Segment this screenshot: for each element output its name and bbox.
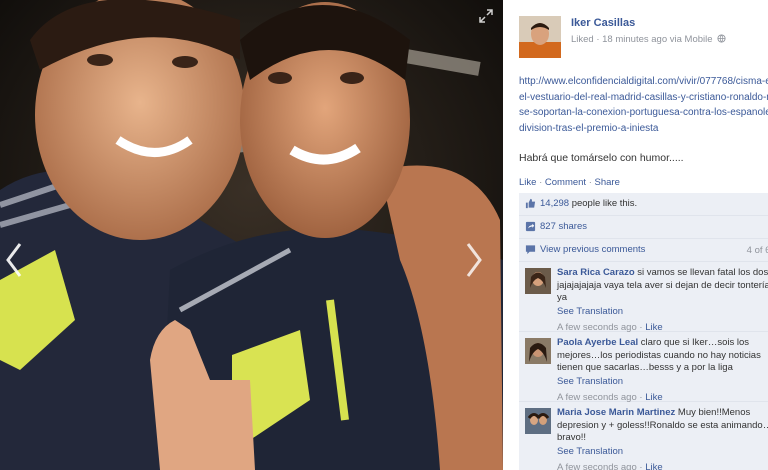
profile-picture xyxy=(519,16,561,58)
see-translation-link[interactable]: See Translation xyxy=(557,446,768,459)
separator: · xyxy=(539,177,543,188)
chevron-right-icon xyxy=(466,243,482,277)
separator: · xyxy=(588,177,592,188)
commenter-photo xyxy=(525,408,551,434)
post-actions: Like · Comment · Share xyxy=(519,177,620,188)
comment-author[interactable]: Sara Rica Carazo xyxy=(557,267,635,278)
thumbs-up-icon xyxy=(525,198,536,209)
shares-count[interactable]: 827 shares xyxy=(540,221,587,232)
comment-link[interactable]: Comment xyxy=(545,177,586,188)
share-icon xyxy=(525,221,536,232)
post-author-name[interactable]: Iker Casillas xyxy=(571,17,635,29)
post-text: Habrá que tomárselo con humor..... xyxy=(519,152,684,164)
see-translation-link[interactable]: See Translation xyxy=(557,306,768,319)
comment-body: Paola Ayerbe Leal claro que si Iker…sois… xyxy=(557,337,768,405)
globe-icon xyxy=(717,34,726,43)
commenter-photo xyxy=(525,268,551,294)
photo-details-panel: Iker Casillas Liked · 18 minutes ago via… xyxy=(503,0,768,470)
see-translation-link[interactable]: See Translation xyxy=(557,376,768,389)
commenter-avatar[interactable] xyxy=(525,338,551,364)
commenter-photo xyxy=(525,338,551,364)
like-link[interactable]: Like xyxy=(519,177,536,188)
share-link[interactable]: Share xyxy=(595,177,620,188)
comment-time: A few seconds ago xyxy=(557,462,637,470)
likes-suffix: people like this. xyxy=(569,198,638,210)
likes-row: 14,298 people like this. xyxy=(519,193,768,216)
photo xyxy=(0,0,503,470)
feedback-box: 14,298 people like this. 827 shares View… xyxy=(519,193,768,470)
expand-icon xyxy=(479,9,493,23)
shares-row: 827 shares xyxy=(519,216,768,239)
commenter-avatar[interactable] xyxy=(525,408,551,434)
post-header: Iker Casillas Liked · 18 minutes ago via… xyxy=(519,16,768,60)
commenter-avatar[interactable] xyxy=(525,268,551,294)
post-meta-text: Liked · 18 minutes ago via Mobile xyxy=(571,34,713,45)
avatar[interactable] xyxy=(519,16,561,58)
view-previous-comments-link[interactable]: View previous comments xyxy=(540,244,645,255)
comment-item: Maria Jose Marin Martinez Muy bien!!Meno… xyxy=(519,402,768,470)
comment-author[interactable]: Paola Ayerbe Leal xyxy=(557,337,638,348)
comment-count: 4 of 699 xyxy=(746,245,768,256)
comment-item: Sara Rica Carazo si vamos se llevan fata… xyxy=(519,262,768,335)
post-meta: Liked · 18 minutes ago via Mobile xyxy=(571,34,726,45)
comment-author[interactable]: Maria Jose Marin Martinez xyxy=(557,407,675,418)
comment-icon xyxy=(525,245,536,255)
view-previous-row: View previous comments 4 of 699 xyxy=(519,239,768,262)
comment-like-link[interactable]: Like xyxy=(645,462,662,470)
comment-body: Sara Rica Carazo si vamos se llevan fata… xyxy=(557,267,768,335)
comment-meta: A few seconds ago · Like xyxy=(557,462,768,470)
post-link[interactable]: http://www.elconfidencialdigital.com/viv… xyxy=(519,74,768,136)
likes-count[interactable]: 14,298 xyxy=(540,198,569,209)
comment-item: Paola Ayerbe Leal claro que si Iker…sois… xyxy=(519,332,768,405)
comment-body: Maria Jose Marin Martinez Muy bien!!Meno… xyxy=(557,407,768,470)
previous-photo-button[interactable] xyxy=(2,240,26,280)
next-photo-button[interactable] xyxy=(462,240,486,280)
photo-viewer[interactable] xyxy=(0,0,503,470)
chevron-left-icon xyxy=(6,243,22,277)
fullscreen-button[interactable] xyxy=(478,8,494,24)
